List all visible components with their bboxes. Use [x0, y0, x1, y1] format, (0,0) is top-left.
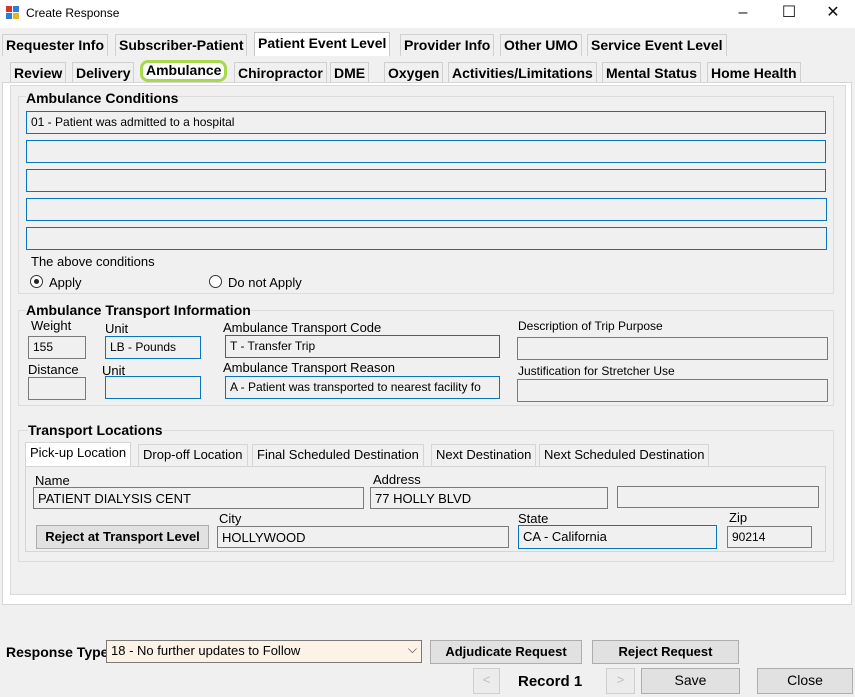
close-button[interactable]: Close — [757, 668, 853, 694]
tab-dme[interactable]: DME — [330, 62, 370, 84]
weight-field[interactable]: 155 — [28, 336, 86, 359]
condition-field-2[interactable] — [26, 140, 826, 163]
response-type-value: 18 - No further updates to Follow — [111, 643, 301, 658]
maximize-button[interactable]: ☐ — [766, 0, 812, 28]
address-field[interactable]: 77 HOLLY BLVD — [370, 487, 608, 509]
trip-purpose-field[interactable] — [517, 337, 828, 360]
transport-code-label: Ambulance Transport Code — [223, 320, 382, 335]
do-not-apply-radio[interactable] — [209, 275, 222, 288]
condition-field-4[interactable] — [26, 198, 827, 221]
tab-mental-status[interactable]: Mental Status — [602, 62, 702, 84]
conditions-title: Ambulance Conditions — [26, 90, 179, 106]
adjudicate-request-button[interactable]: Adjudicate Request — [430, 640, 582, 664]
name-label: Name — [35, 473, 70, 488]
reject-transport-level-button[interactable]: Reject at Transport Level — [36, 525, 209, 549]
transport-reason-label: Ambulance Transport Reason — [223, 360, 395, 375]
app-icon — [6, 6, 20, 20]
tab-home-health[interactable]: Home Health — [707, 62, 801, 84]
transport-code-field[interactable]: T - Transfer Trip — [225, 335, 500, 358]
trip-purpose-label: Description of Trip Purpose — [518, 319, 663, 333]
name-field[interactable]: PATIENT DIALYSIS CENT — [33, 487, 364, 509]
condition-field-1[interactable]: 01 - Patient was admitted to a hospital — [26, 111, 826, 134]
stretcher-field[interactable] — [517, 379, 828, 402]
apply-radio[interactable] — [30, 275, 43, 288]
tab-next-scheduled-destination[interactable]: Next Scheduled Destination — [539, 444, 710, 466]
previous-record-button[interactable]: < — [473, 668, 500, 694]
window-title: Create Response — [26, 6, 120, 20]
next-record-button[interactable]: > — [606, 668, 635, 694]
tab-delivery[interactable]: Delivery — [72, 62, 135, 84]
weight-label: Weight — [31, 318, 72, 333]
minimize-button[interactable]: – — [720, 0, 766, 28]
above-conditions-label: The above conditions — [31, 254, 155, 269]
city-field[interactable]: HOLLYWOOD — [217, 526, 509, 548]
locations-title: Transport Locations — [28, 422, 163, 438]
tab-activities-limitations[interactable]: Activities/Limitations — [448, 62, 597, 84]
tab-provider-info[interactable]: Provider Info — [400, 34, 495, 56]
response-type-dropdown[interactable]: 18 - No further updates to Follow ⌵ — [106, 640, 422, 663]
condition-field-3[interactable] — [26, 169, 826, 192]
tab-ambulance[interactable]: Ambulance — [140, 60, 228, 82]
tab-dropoff-location[interactable]: Drop-off Location — [138, 444, 248, 466]
tab-chiropractor[interactable]: Chiropractor — [234, 62, 327, 84]
unit-field[interactable]: LB - Pounds — [105, 336, 201, 359]
zip-label: Zip — [729, 510, 748, 525]
tab-other-umo[interactable]: Other UMO — [500, 34, 582, 56]
tab-requester-info[interactable]: Requester Info — [2, 34, 109, 56]
apply-label[interactable]: Apply — [49, 275, 82, 290]
transport-reason-field[interactable]: A - Patient was transported to nearest f… — [225, 376, 500, 399]
distance-label: Distance — [28, 362, 79, 377]
chevron-down-icon: ⌵ — [407, 642, 417, 656]
tab-pickup-location[interactable]: Pick-up Location — [25, 442, 132, 466]
reject-request-button[interactable]: Reject Request — [592, 640, 739, 664]
address-line2-field[interactable] — [617, 486, 819, 508]
distance-field[interactable] — [28, 377, 86, 400]
unit-label: Unit — [105, 321, 129, 336]
unit2-field[interactable] — [105, 376, 201, 399]
sub-tab-row: Review Delivery Ambulance Chiropractor D… — [10, 60, 850, 84]
tab-service-event-level[interactable]: Service Event Level — [587, 34, 727, 56]
tab-patient-event-level[interactable]: Patient Event Level — [254, 32, 391, 56]
state-label: State — [518, 511, 549, 526]
address-label: Address — [373, 472, 421, 487]
tab-next-destination[interactable]: Next Destination — [431, 444, 537, 466]
response-type-label: Response Type — [6, 644, 109, 660]
locations-tab-row: Pick-up Location Drop-off Location Final… — [25, 442, 825, 468]
transport-info-title: Ambulance Transport Information — [26, 302, 251, 318]
tab-subscriber-patient[interactable]: Subscriber-Patient — [115, 34, 248, 56]
condition-field-5[interactable] — [26, 227, 827, 250]
main-tab-row: Requester Info Subscriber-Patient Patien… — [2, 32, 852, 56]
tab-review[interactable]: Review — [10, 62, 67, 84]
zip-field[interactable]: 90214 — [727, 526, 812, 548]
save-button[interactable]: Save — [641, 668, 740, 694]
state-field[interactable]: CA - California — [518, 525, 717, 549]
tab-final-scheduled-destination[interactable]: Final Scheduled Destination — [252, 444, 424, 466]
city-label: City — [219, 511, 242, 526]
record-indicator: Record 1 — [518, 673, 583, 690]
stretcher-label: Justification for Stretcher Use — [518, 364, 675, 378]
close-window-button[interactable]: ✕ — [810, 0, 855, 28]
do-not-apply-label[interactable]: Do not Apply — [228, 275, 302, 290]
tab-oxygen[interactable]: Oxygen — [384, 62, 444, 84]
